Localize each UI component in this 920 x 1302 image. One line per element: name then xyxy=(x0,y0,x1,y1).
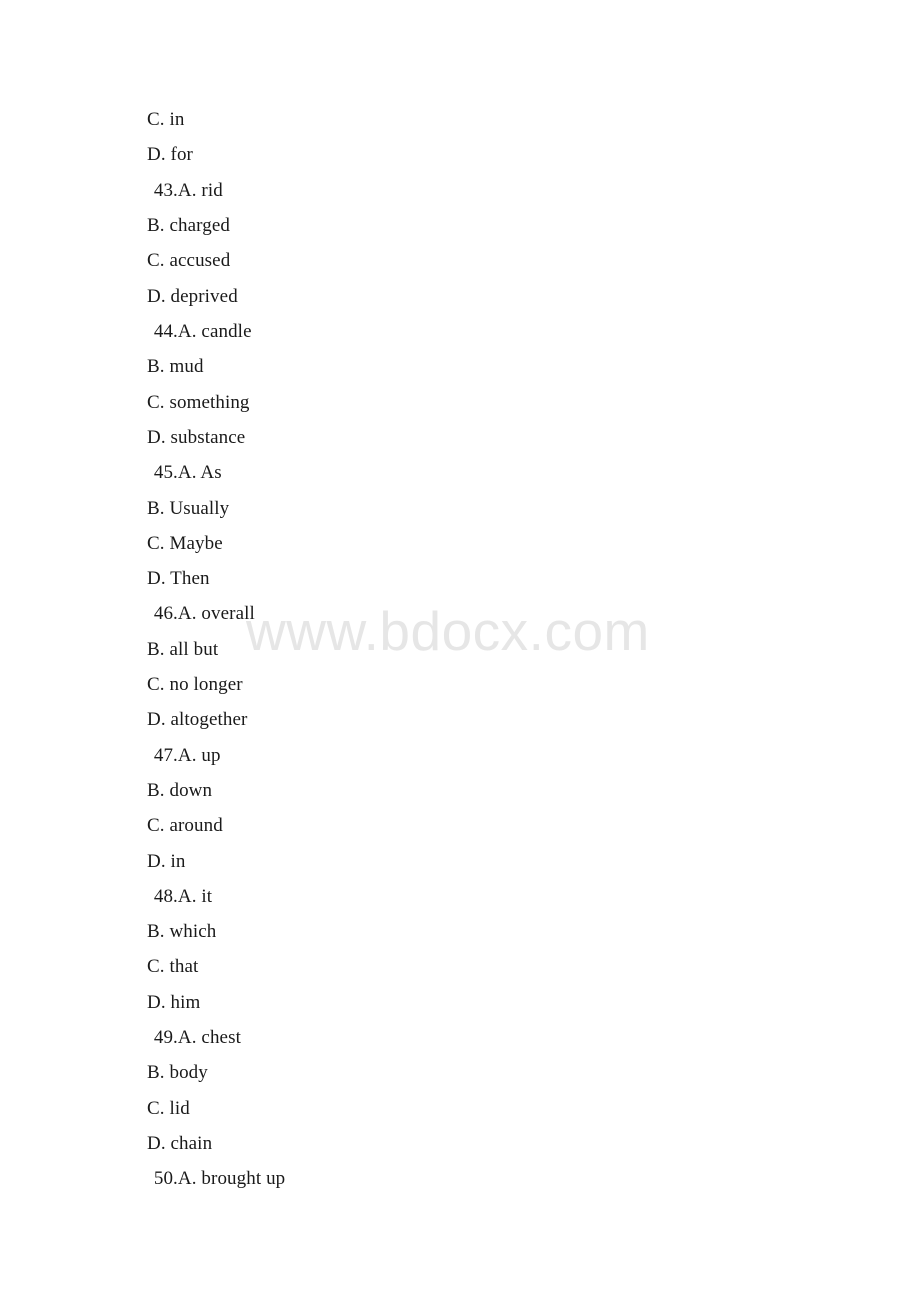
question-option-line: C. accused xyxy=(147,250,231,271)
question-option-line: D. for xyxy=(147,144,193,165)
question-option-line: D. him xyxy=(147,992,201,1013)
question-option-line: C. around xyxy=(147,815,223,836)
question-option-line: B. mud xyxy=(147,356,204,377)
question-option-line: B. charged xyxy=(147,215,230,236)
question-option-line: B. which xyxy=(147,921,217,942)
question-option-line-first: 49.A. chest xyxy=(149,1027,241,1048)
question-option-line: C. Maybe xyxy=(147,533,223,554)
question-option-line: D. chain xyxy=(147,1133,213,1154)
question-option-line-first: 47.A. up xyxy=(149,745,221,766)
question-option-line-first: 50.A. brought up xyxy=(149,1168,286,1189)
question-option-line: C. in xyxy=(147,109,185,130)
question-option-line: C. no longer xyxy=(147,674,243,695)
question-option-line-first: 48.A. it xyxy=(149,886,213,907)
question-option-line: D. in xyxy=(147,851,186,872)
question-option-line-first: 45.A. As xyxy=(149,462,222,483)
document-page: www.bdocx.com C. in D. for 43.A. rid B. ch… xyxy=(0,0,920,1302)
question-option-line: B. Usually xyxy=(147,498,230,519)
question-option-line-first: 43.A. rid xyxy=(149,180,223,201)
question-option-line: D. Then xyxy=(147,568,210,589)
question-option-line: B. down xyxy=(147,780,213,801)
question-option-line: C. that xyxy=(147,956,199,977)
question-option-line: B. body xyxy=(147,1062,208,1083)
site-watermark: www.bdocx.com xyxy=(246,600,650,662)
question-option-line: C. something xyxy=(147,392,250,413)
question-option-line: D. substance xyxy=(147,427,246,448)
question-option-line-first: 44.A. candle xyxy=(149,321,252,342)
question-option-line-first: 46.A. overall xyxy=(149,603,255,624)
question-option-line: D. altogether xyxy=(147,709,248,730)
question-option-line: B. all but xyxy=(147,639,219,660)
question-option-line: C. lid xyxy=(147,1098,190,1119)
question-option-line: D. deprived xyxy=(147,286,238,307)
